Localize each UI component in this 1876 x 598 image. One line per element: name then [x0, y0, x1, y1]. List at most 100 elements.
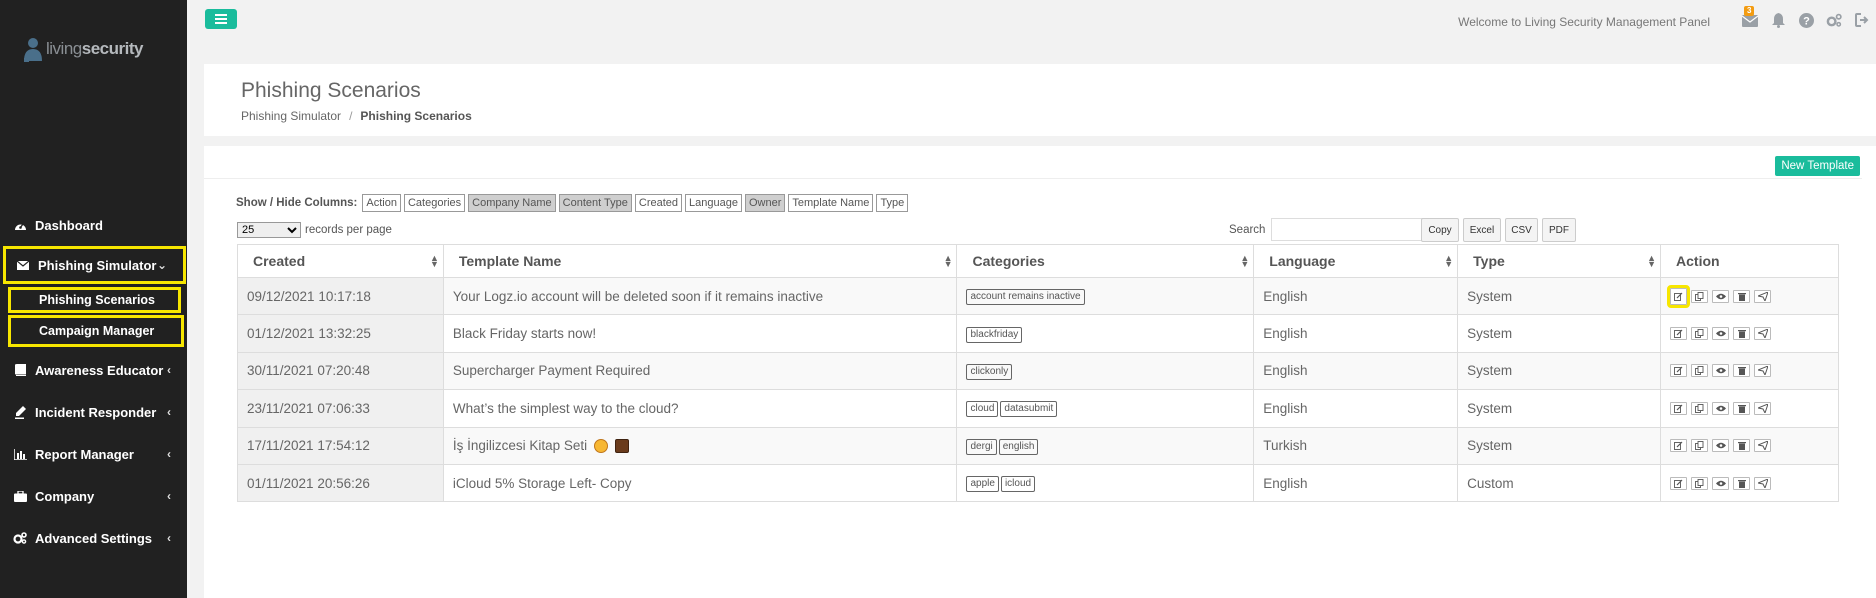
csv-button[interactable]: CSV: [1505, 218, 1538, 242]
sidebar-item-awareness-educator[interactable]: Awareness Educator ‹: [0, 349, 187, 391]
category-tag: datasubmit: [1000, 401, 1058, 418]
category-tag: account remains inactive: [966, 289, 1085, 306]
sidebar-item-advanced-settings[interactable]: Advanced Settings ‹: [0, 517, 187, 559]
page-length-select[interactable]: 25: [237, 222, 301, 238]
copy-button[interactable]: Copy: [1421, 218, 1459, 242]
table-row: 30/11/2021 07:20:48 Supercharger Payment …: [237, 351, 1839, 391]
sort-icon: ▲ ▼: [1240, 253, 1250, 269]
cell-categories: dergi english: [956, 426, 1255, 465]
settings-button[interactable]: [1826, 12, 1842, 28]
duplicate-button[interactable]: [1691, 476, 1709, 490]
cell-actions: [1660, 426, 1839, 465]
edit-button[interactable]: [1670, 476, 1688, 490]
colvis-type[interactable]: Type: [876, 194, 909, 212]
preview-button[interactable]: [1712, 401, 1730, 415]
sidebar-item-dashboard[interactable]: Dashboard: [0, 204, 187, 246]
template-name-text: Black Friday starts now!: [452, 326, 597, 342]
help-button[interactable]: ?: [1798, 12, 1814, 28]
logout-button[interactable]: [1854, 12, 1870, 28]
colvis-language[interactable]: Language: [685, 194, 742, 212]
sidebar-item-label: Advanced Settings: [35, 530, 153, 546]
edit-button[interactable]: [1670, 401, 1688, 415]
column-header-created[interactable]: Created ▲ ▼: [237, 244, 444, 278]
delete-button[interactable]: [1733, 476, 1751, 490]
preview-button[interactable]: [1712, 289, 1730, 303]
send-icon: [1757, 366, 1768, 376]
sidebar: livingsecurity Dashboard Phishing Simula…: [0, 0, 187, 598]
colvis-owner[interactable]: Owner: [744, 194, 786, 212]
edit-button[interactable]: [1667, 284, 1691, 308]
colvis-template-name[interactable]: Template Name: [788, 194, 874, 212]
delete-button[interactable]: [1733, 327, 1751, 341]
preview-button[interactable]: [1712, 364, 1730, 378]
breadcrumb-parent[interactable]: Phishing Simulator: [241, 109, 341, 123]
search-label: Search: [1229, 223, 1266, 236]
page-header: Phishing Scenarios Phishing Simulator / …: [204, 64, 1876, 136]
colvis-action[interactable]: Action: [362, 194, 401, 212]
send-button[interactable]: [1754, 289, 1772, 303]
send-button[interactable]: [1754, 401, 1772, 415]
eye-icon: [1715, 367, 1726, 374]
cell-type: System: [1457, 351, 1662, 391]
column-header-categories[interactable]: Categories ▲ ▼: [956, 244, 1255, 278]
colvis-content-type[interactable]: Content Type: [558, 194, 632, 212]
menu-toggle-button[interactable]: [205, 9, 237, 29]
logo[interactable]: livingsecurity: [22, 36, 143, 62]
send-button[interactable]: [1754, 439, 1772, 453]
new-template-button[interactable]: New Template: [1775, 156, 1860, 176]
send-button[interactable]: [1754, 327, 1772, 341]
sidebar-item-phishing-simulator[interactable]: Phishing Simulator ⌄: [3, 246, 186, 284]
sidebar-item-label: Incident Responder: [35, 404, 157, 420]
excel-button[interactable]: Excel: [1463, 218, 1501, 242]
delete-button[interactable]: [1733, 289, 1751, 303]
duplicate-button[interactable]: [1691, 401, 1709, 415]
copy-icon: [1695, 329, 1704, 339]
colvis-company-name[interactable]: Company Name: [468, 194, 556, 212]
colvis-created[interactable]: Created: [634, 194, 683, 212]
delete-button[interactable]: [1733, 401, 1751, 415]
send-button[interactable]: [1754, 364, 1772, 378]
pdf-button[interactable]: PDF: [1542, 218, 1576, 242]
edit-button[interactable]: [1670, 327, 1688, 341]
preview-button[interactable]: [1712, 439, 1730, 453]
edit-button[interactable]: [1670, 364, 1688, 378]
emoji-face-icon: [593, 439, 608, 454]
edit-button[interactable]: [1670, 439, 1688, 453]
cell-type: System: [1457, 389, 1662, 428]
cell-created: 01/11/2021 20:56:26: [237, 463, 444, 503]
cogs-icon: [12, 531, 28, 545]
preview-button[interactable]: [1712, 327, 1730, 341]
template-name-text: iCloud 5% Storage Left- Copy: [452, 475, 632, 491]
duplicate-button[interactable]: [1691, 364, 1709, 378]
sidebar-subitem-campaign-manager[interactable]: Campaign Manager: [8, 315, 184, 347]
cell-language: English: [1253, 389, 1459, 428]
duplicate-button[interactable]: [1691, 289, 1709, 303]
sidebar-item-company[interactable]: Company ‹: [0, 475, 187, 517]
sidebar-item-incident-responder[interactable]: Incident Responder ‹: [0, 391, 187, 433]
chevron-left-icon: ‹: [167, 447, 171, 461]
cell-actions: [1660, 276, 1839, 316]
sidebar-item-report-manager[interactable]: Report Manager ‹: [0, 433, 187, 475]
send-icon: [1757, 403, 1768, 413]
category-tag: cloud: [966, 401, 999, 418]
delete-button[interactable]: [1733, 439, 1751, 453]
sidebar-subitem-phishing-scenarios[interactable]: Phishing Scenarios: [8, 287, 181, 313]
preview-button[interactable]: [1712, 476, 1730, 490]
template-name-text: Your Logz.io account will be deleted soo…: [452, 288, 824, 304]
duplicate-button[interactable]: [1691, 327, 1709, 341]
duplicate-button[interactable]: [1691, 439, 1709, 453]
delete-button[interactable]: [1733, 364, 1751, 378]
colvis-categories[interactable]: Categories: [403, 194, 466, 212]
sidebar-item-label: Phishing Simulator: [38, 257, 157, 273]
send-button[interactable]: [1754, 476, 1772, 490]
column-header-language[interactable]: Language ▲ ▼: [1253, 244, 1459, 278]
column-header-template-name[interactable]: Template Name ▲ ▼: [442, 244, 958, 278]
sort-icon: ▲ ▼: [1444, 253, 1454, 269]
column-header-action: Action: [1660, 244, 1839, 278]
mail-button[interactable]: 3: [1742, 6, 1758, 28]
notifications-button[interactable]: [1770, 12, 1786, 28]
sidebar-item-label: Report Manager: [35, 446, 134, 462]
welcome-text: Welcome to Living Security Management Pa…: [1458, 15, 1710, 29]
column-header-type[interactable]: Type ▲ ▼: [1457, 244, 1662, 278]
cell-language: English: [1253, 314, 1459, 353]
